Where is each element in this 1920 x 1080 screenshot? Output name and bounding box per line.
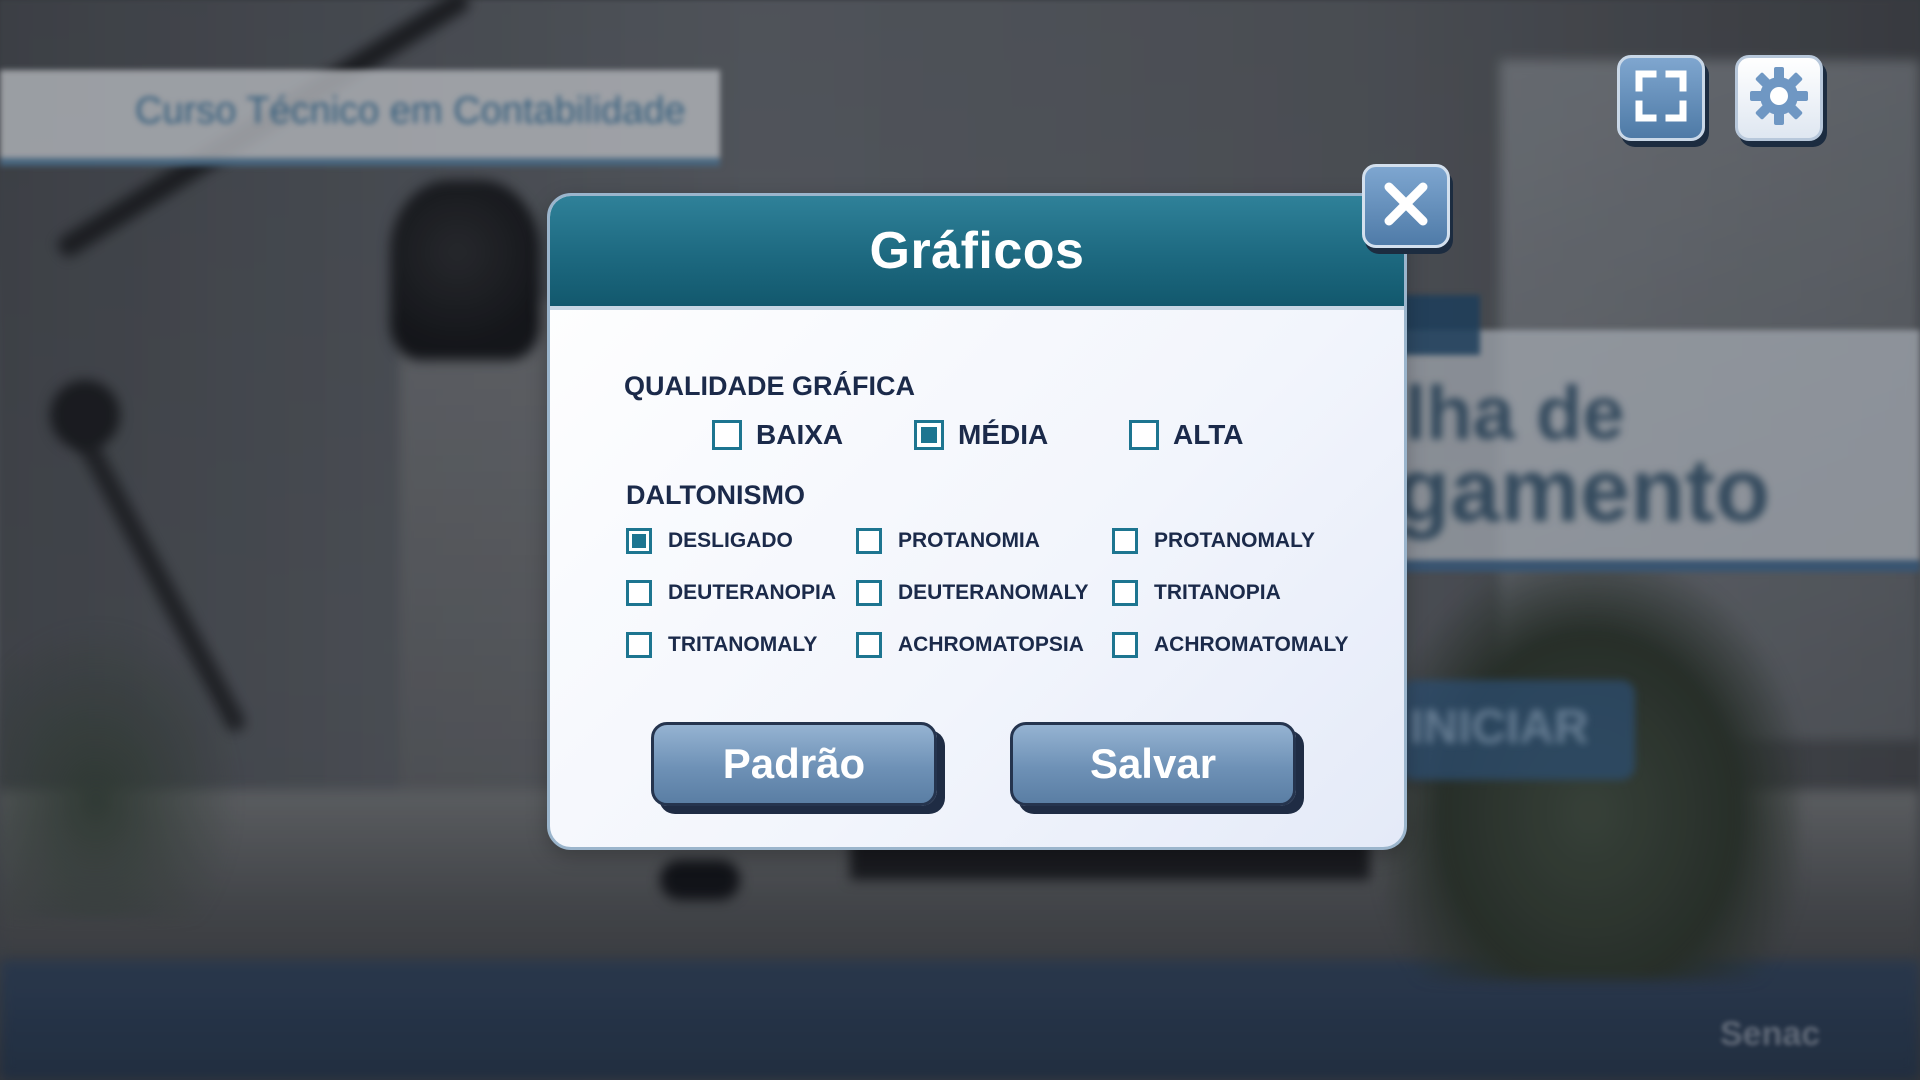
checkbox[interactable] bbox=[856, 580, 882, 606]
colorblind-option-protanomaly[interactable]: PROTANOMALY bbox=[1112, 528, 1315, 554]
colorblind-option-label: PROTANOMIA bbox=[898, 529, 1040, 552]
colorblind-option-deuteranopia[interactable]: DEUTERANOPIA bbox=[626, 580, 836, 606]
checkbox[interactable] bbox=[1112, 632, 1138, 658]
save-button[interactable]: Salvar bbox=[1010, 722, 1296, 806]
settings-button[interactable] bbox=[1735, 55, 1823, 141]
colorblind-option-off[interactable]: DESLIGADO bbox=[626, 528, 793, 554]
colorblind-option-label: ACHROMATOMALY bbox=[1154, 633, 1349, 656]
checkbox[interactable] bbox=[1112, 528, 1138, 554]
close-icon bbox=[1381, 179, 1431, 234]
save-button-label: Salvar bbox=[1089, 740, 1217, 787]
graphics-dialog: Gráficos QUALIDADE GRÁFICA BAIXA MÉDIA A… bbox=[547, 193, 1407, 850]
quality-option-label: MÉDIA bbox=[958, 419, 1049, 450]
checkbox[interactable] bbox=[626, 632, 652, 658]
checkbox[interactable] bbox=[856, 528, 882, 554]
fullscreen-button[interactable] bbox=[1617, 55, 1705, 141]
quality-option-label: BAIXA bbox=[756, 419, 844, 450]
checkbox-checked[interactable] bbox=[914, 420, 944, 450]
colorblind-option-label: DEUTERANOMALY bbox=[898, 581, 1089, 604]
quality-option-label: ALTA bbox=[1173, 419, 1244, 450]
close-button[interactable] bbox=[1362, 164, 1450, 248]
checkbox[interactable] bbox=[1129, 420, 1159, 450]
checkbox[interactable] bbox=[712, 420, 742, 450]
gear-icon bbox=[1748, 65, 1810, 132]
dialog-header: Gráficos bbox=[550, 196, 1404, 310]
colorblind-option-label: DEUTERANOPIA bbox=[668, 581, 837, 604]
quality-section-label: QUALIDADE GRÁFICA bbox=[624, 371, 915, 401]
default-button-label: Padrão bbox=[722, 740, 866, 787]
quality-option-medium[interactable]: MÉDIA bbox=[914, 419, 1048, 451]
dialog-title: Gráficos bbox=[869, 222, 1085, 280]
colorblind-option-label: ACHROMATOPSIA bbox=[898, 633, 1084, 656]
colorblind-option-label: TRITANOMALY bbox=[668, 633, 818, 656]
checkbox[interactable] bbox=[626, 580, 652, 606]
default-button[interactable]: Padrão bbox=[651, 722, 937, 806]
checkbox-checked[interactable] bbox=[626, 528, 652, 554]
quality-option-high[interactable]: ALTA bbox=[1129, 419, 1244, 451]
colorblind-option-label: PROTANOMALY bbox=[1154, 529, 1316, 552]
colorblind-option-achromatomaly[interactable]: ACHROMATOMALY bbox=[1112, 632, 1348, 658]
colorblind-section-label: DALTONISMO bbox=[626, 480, 805, 510]
fullscreen-icon bbox=[1633, 68, 1689, 129]
colorblind-option-protanomia[interactable]: PROTANOMIA bbox=[856, 528, 1040, 554]
colorblind-option-label: TRITANOPIA bbox=[1154, 581, 1281, 604]
colorblind-option-tritanomaly[interactable]: TRITANOMALY bbox=[626, 632, 817, 658]
checkbox[interactable] bbox=[1112, 580, 1138, 606]
colorblind-option-tritanopia[interactable]: TRITANOPIA bbox=[1112, 580, 1281, 606]
colorblind-option-label: DESLIGADO bbox=[668, 529, 793, 552]
colorblind-option-deuteranomaly[interactable]: DEUTERANOMALY bbox=[856, 580, 1089, 606]
checkbox[interactable] bbox=[856, 632, 882, 658]
app-screen: Curso Técnico em Contabilidade lha de ga… bbox=[0, 0, 1920, 1080]
colorblind-option-achromatopsia[interactable]: ACHROMATOPSIA bbox=[856, 632, 1084, 658]
quality-option-low[interactable]: BAIXA bbox=[712, 419, 843, 451]
